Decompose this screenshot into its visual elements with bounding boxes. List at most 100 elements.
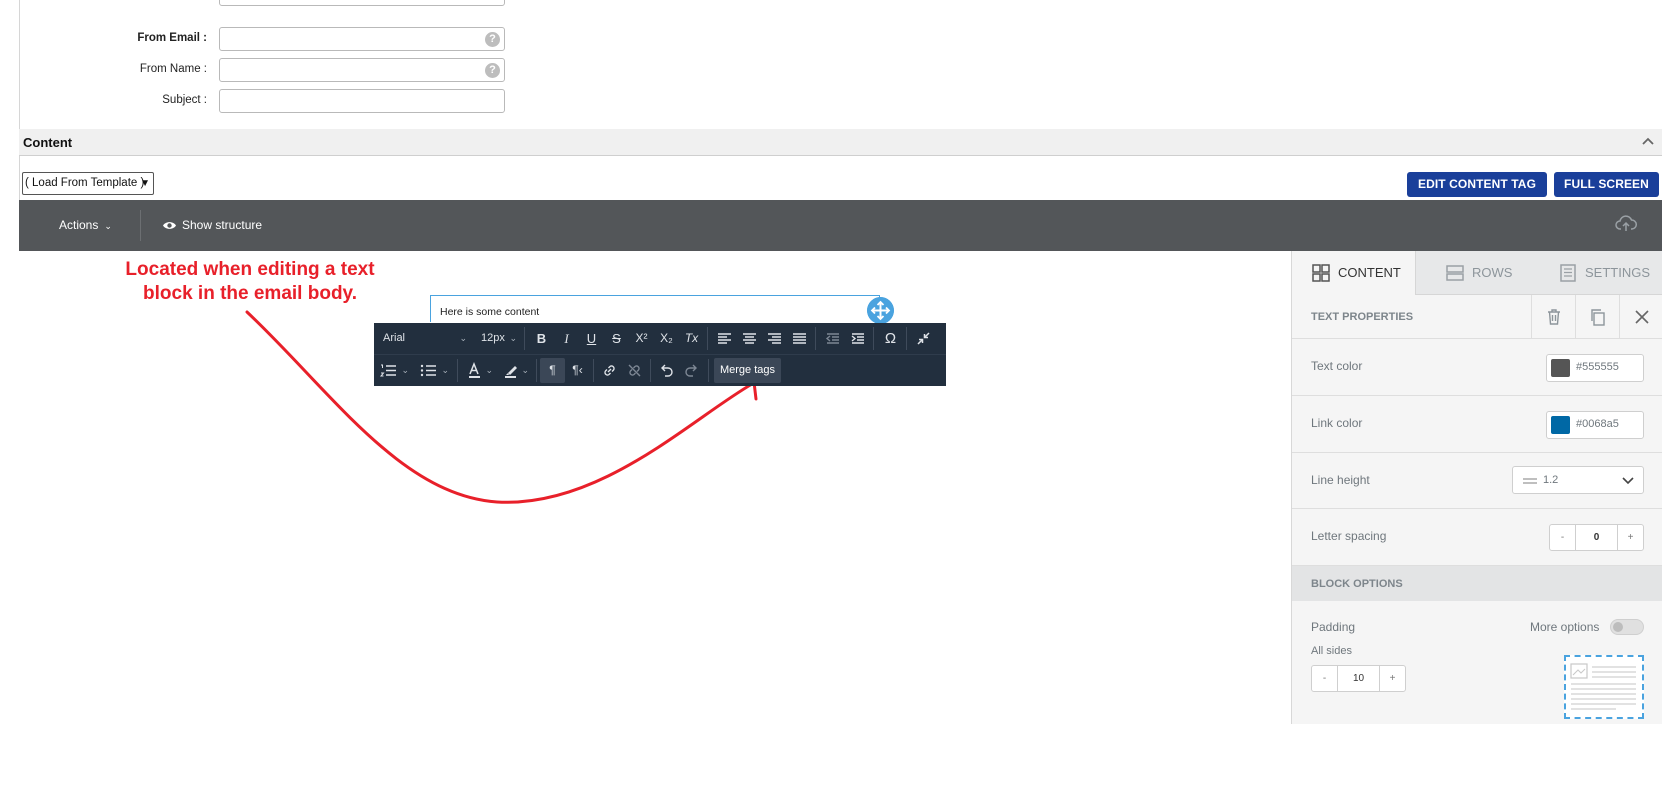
ltr-direction-icon[interactable]: ¶ (540, 358, 565, 383)
text-block[interactable]: Here is some content (430, 295, 880, 322)
text-color-button[interactable]: ⌄ (462, 358, 498, 383)
toolbar-divider (707, 327, 708, 350)
text-color-swatch[interactable] (1551, 359, 1570, 377)
more-options-label: More options (1530, 620, 1600, 634)
line-height-icon (1523, 478, 1537, 484)
superscript-icon[interactable]: X² (629, 326, 654, 351)
close-button[interactable] (1619, 295, 1662, 339)
align-justify-icon[interactable] (787, 326, 812, 351)
edit-content-tag-button[interactable]: EDIT CONTENT TAG (1407, 172, 1547, 197)
link-color-swatch[interactable] (1551, 416, 1570, 434)
load-template-select[interactable]: ( Load From Template ) ▼ (22, 172, 154, 195)
delete-button[interactable] (1531, 295, 1575, 339)
tab-rows-label: ROWS (1472, 265, 1513, 280)
chevron-down-icon: ⌄ (459, 333, 467, 343)
text-properties-header: TEXT PROPERTIES (1292, 295, 1662, 339)
link-icon[interactable] (597, 358, 622, 383)
text-block-content[interactable]: Here is some content (440, 306, 539, 318)
collapse-icon[interactable] (911, 326, 936, 351)
help-icon[interactable]: ? (485, 32, 500, 47)
line-height-select[interactable]: 1.2 (1512, 466, 1644, 494)
actions-label: Actions (59, 218, 99, 232)
link-color-picker[interactable]: #0068a5 (1546, 411, 1644, 439)
toolbar-divider (815, 327, 816, 350)
subject-field[interactable] (219, 89, 505, 113)
toolbar-divider (140, 210, 141, 241)
letter-spacing-stepper[interactable]: - 0 + (1549, 524, 1644, 551)
chevron-down-icon: ⌄ (485, 365, 493, 375)
from-name-label: From Name : (139, 63, 207, 75)
rtl-direction-icon[interactable]: ¶‹ (565, 358, 590, 383)
from-email-field[interactable]: ? (219, 27, 505, 51)
undo-icon[interactable] (654, 358, 679, 383)
actions-menu[interactable]: Actions ⌄ (59, 218, 112, 232)
block-options-title: BLOCK OPTIONS (1311, 578, 1403, 590)
redo-icon[interactable] (679, 358, 704, 383)
merge-tags-button[interactable]: Merge tags (714, 358, 781, 383)
block-options-header: BLOCK OPTIONS (1292, 566, 1662, 601)
help-icon[interactable]: ? (485, 63, 500, 78)
move-icon[interactable] (867, 297, 894, 324)
full-screen-button[interactable]: FULL SCREEN (1554, 172, 1659, 197)
chevron-down-icon: ⌄ (509, 333, 517, 343)
outdent-icon[interactable] (820, 326, 845, 351)
align-center-icon[interactable] (737, 326, 762, 351)
from-email-label: From Email : (137, 32, 207, 44)
increment-button[interactable]: + (1617, 525, 1643, 550)
align-right-icon[interactable] (762, 326, 787, 351)
cloud-upload-icon[interactable] (1615, 214, 1637, 234)
toolbar-divider (457, 359, 458, 382)
font-family-select[interactable]: Arial ⌄ (374, 326, 472, 351)
show-structure-label: Show structure (182, 218, 263, 232)
bullet-list-button[interactable]: ⌄ (414, 358, 454, 383)
tab-settings[interactable]: SETTINGS (1539, 251, 1662, 295)
block-preview-icon (1570, 663, 1636, 710)
eye-icon (163, 222, 176, 229)
increment-button[interactable]: + (1379, 666, 1405, 691)
text-color-picker[interactable]: #555555 (1546, 354, 1644, 382)
unlink-icon[interactable] (622, 358, 647, 383)
font-family-value: Arial (383, 332, 406, 344)
strikethrough-icon[interactable]: S (604, 326, 629, 351)
indent-icon[interactable] (845, 326, 870, 351)
letter-spacing-label: Letter spacing (1311, 529, 1387, 543)
tab-settings-label: SETTINGS (1585, 265, 1651, 280)
toolbar-divider (650, 359, 651, 382)
content-section-header[interactable]: Content (19, 129, 1662, 156)
settings-doc-icon (1560, 264, 1576, 282)
more-options-toggle[interactable] (1610, 619, 1644, 635)
special-character-icon[interactable]: Ω (878, 326, 903, 351)
subscript-icon[interactable]: X₂ (654, 326, 679, 351)
show-structure-button[interactable]: Show structure (162, 218, 262, 232)
highlighter-icon (505, 366, 517, 378)
highlight-color-button[interactable]: ⌄ (498, 358, 534, 383)
toolbar-divider (708, 359, 709, 382)
chevron-up-icon[interactable] (1640, 133, 1656, 149)
letter-spacing-value[interactable]: 0 (1576, 525, 1617, 550)
link-color-value: #0068a5 (1576, 418, 1619, 430)
text-color-row: Text color #555555 (1292, 339, 1662, 396)
tab-content[interactable]: CONTENT (1292, 251, 1416, 295)
clear-format-icon[interactable]: Tx (679, 326, 704, 351)
underline-icon[interactable]: U (579, 326, 604, 351)
duplicate-button[interactable] (1575, 295, 1619, 339)
font-size-select[interactable]: 12px ⌄ (472, 326, 522, 351)
numbered-list-icon (379, 364, 396, 377)
toolbar-row-1: Arial ⌄ 12px ⌄ B I U S X² X₂ Tx Ω (374, 323, 946, 354)
decrement-button[interactable]: - (1312, 666, 1338, 691)
padding-value[interactable]: 10 (1338, 666, 1379, 691)
toolbar-divider (906, 327, 907, 350)
text-properties-title: TEXT PROPERTIES (1311, 311, 1414, 323)
chevron-down-icon: ⌄ (401, 365, 409, 375)
bold-icon[interactable]: B (529, 326, 554, 351)
from-name-field[interactable]: ? (219, 58, 505, 82)
tab-content-label: CONTENT (1338, 265, 1401, 280)
chevron-down-icon: ⌄ (441, 365, 449, 375)
padding-stepper[interactable]: - 10 + (1311, 665, 1406, 692)
previous-field-input[interactable] (219, 0, 505, 6)
tab-rows[interactable]: ROWS (1416, 251, 1539, 295)
align-left-icon[interactable] (712, 326, 737, 351)
italic-icon[interactable]: I (554, 326, 579, 351)
numbered-list-button[interactable]: ⌄ (374, 358, 414, 383)
decrement-button[interactable]: - (1550, 525, 1576, 550)
